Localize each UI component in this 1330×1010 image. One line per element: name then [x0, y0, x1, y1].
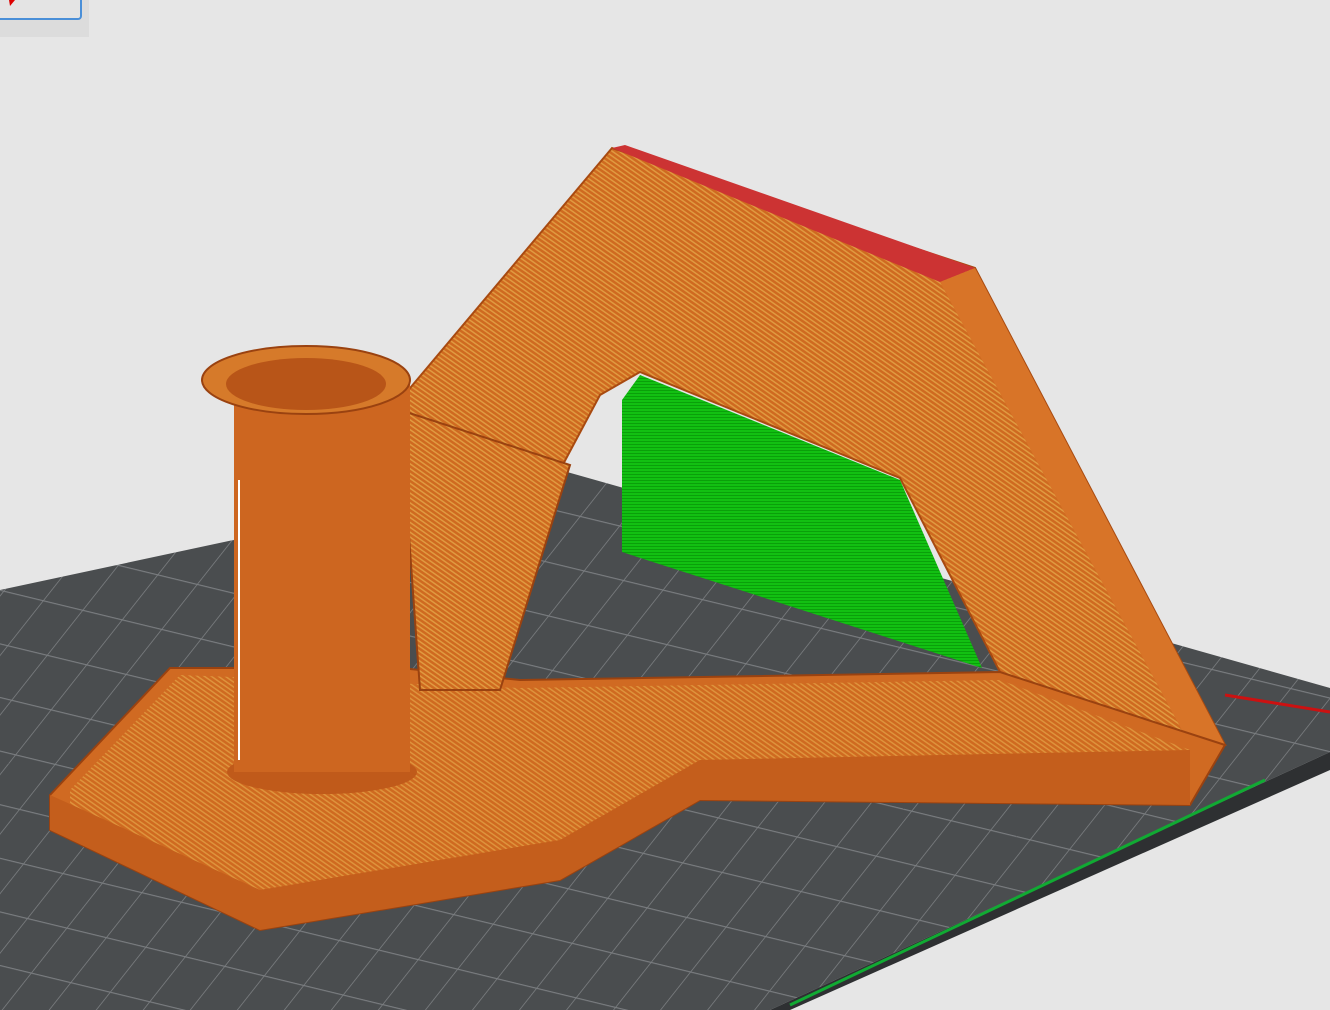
- 3d-viewport[interactable]: [0, 0, 1330, 1010]
- cylinder-opening: [226, 358, 386, 410]
